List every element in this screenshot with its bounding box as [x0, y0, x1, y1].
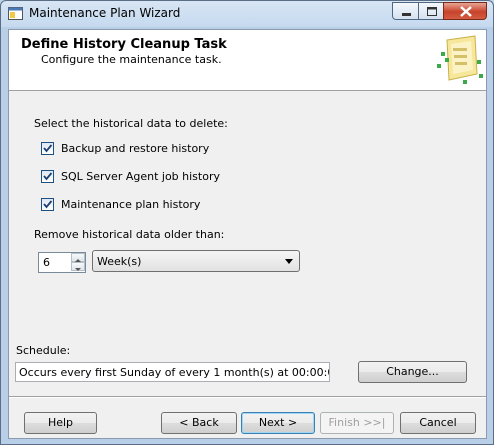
stepper-buttons [71, 253, 85, 272]
window-title: Maintenance Plan Wizard [29, 6, 181, 20]
schedule-value: Occurs every first Sunday of every 1 mon… [19, 366, 329, 379]
stepper-down-button[interactable] [71, 262, 85, 271]
wizard-client: Define History Cleanup Task Configure th… [8, 29, 487, 439]
maximize-button[interactable] [418, 2, 444, 20]
app-icon [8, 7, 23, 20]
chevron-down-icon [285, 259, 293, 264]
age-value-stepper[interactable]: 6 [38, 252, 86, 273]
checkbox-agent-job[interactable] [41, 170, 54, 183]
checkmark-icon [43, 144, 53, 153]
close-button[interactable] [443, 2, 487, 20]
checkbox-maintenance-plan[interactable] [41, 198, 54, 211]
page-title: Define History Cleanup Task [21, 37, 227, 52]
age-unit-select[interactable]: Week(s) [92, 250, 300, 272]
checkbox-label-agent-job[interactable]: SQL Server Agent job history [61, 170, 220, 183]
schedule-label: Schedule: [16, 344, 71, 357]
checkbox-label-maintenance-plan[interactable]: Maintenance plan history [61, 198, 200, 211]
back-button[interactable]: < Back [161, 412, 237, 434]
age-unit-value: Week(s) [97, 255, 142, 268]
minimize-button[interactable] [392, 2, 419, 20]
wizard-graphic-icon [437, 35, 483, 84]
page-header: Define History Cleanup Task Configure th… [9, 30, 486, 91]
stepper-up-button[interactable] [71, 253, 85, 262]
close-icon [460, 6, 472, 17]
schedule-field[interactable]: Occurs every first Sunday of every 1 mon… [15, 362, 330, 382]
maximize-icon [427, 7, 437, 16]
finish-button[interactable]: Finish >>| [320, 412, 394, 434]
arrow-down-icon [75, 268, 81, 271]
checkbox-label-backup-restore[interactable]: Backup and restore history [61, 142, 209, 155]
wizard-window: Maintenance Plan Wizard Define History C… [0, 0, 494, 445]
checkmark-icon [43, 172, 53, 181]
next-button[interactable]: Next > [241, 412, 315, 434]
remove-older-label: Remove historical data older than: [34, 228, 225, 241]
footer-divider [9, 396, 486, 398]
page-subtitle: Configure the maintenance task. [41, 53, 222, 66]
age-value[interactable]: 6 [43, 256, 50, 269]
change-schedule-button[interactable]: Change... [358, 361, 467, 383]
title-bar[interactable]: Maintenance Plan Wizard [1, 1, 493, 27]
checkbox-backup-restore[interactable] [41, 142, 54, 155]
cancel-button[interactable]: Cancel [400, 412, 476, 434]
minimize-icon [402, 13, 411, 16]
checkmark-icon [43, 200, 53, 209]
help-button[interactable]: Help [24, 412, 97, 434]
section-label: Select the historical data to delete: [34, 117, 228, 130]
